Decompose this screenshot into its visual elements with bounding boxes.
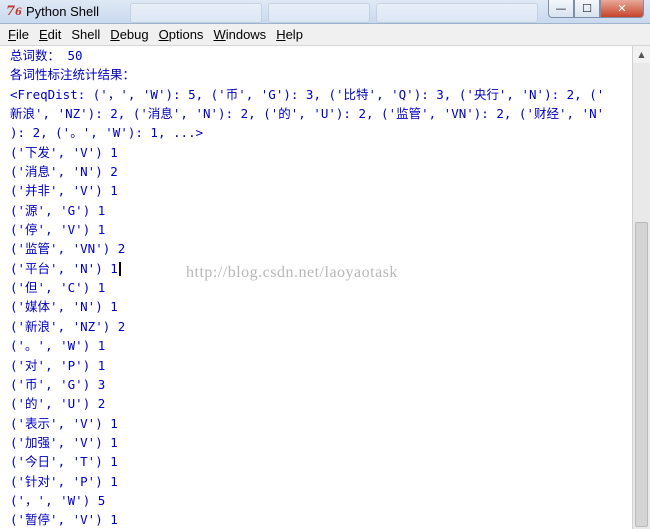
output-line: 各词性标注统计结果：	[10, 67, 136, 83]
text-cursor	[118, 262, 121, 277]
output-line: <FreqDist: ('，', 'W'): 5, ('币', 'G'): 3,…	[10, 86, 605, 102]
background-window-tab	[130, 3, 262, 23]
output-line: ('媒体', 'N') 1	[10, 299, 118, 315]
menu-bar: File Edit Shell Debug Options Windows He…	[0, 24, 650, 46]
watermark: http://blog.csdn.net/laoyaotask	[186, 264, 398, 281]
window-controls: — ☐ ✕	[548, 0, 644, 20]
output-line: ('对', 'P') 1	[10, 357, 106, 373]
output-line: ('，', 'W') 5	[10, 492, 106, 508]
menu-help[interactable]: Help	[272, 25, 307, 45]
shell-output-area[interactable]: 总词数： 50 各词性标注统计结果： <FreqDist: ('，', 'W')…	[0, 46, 632, 529]
output-line: ('源', 'G') 1	[10, 202, 106, 218]
output-line: ('。', 'W') 1	[10, 338, 106, 354]
output-line: ('针对', 'P') 1	[10, 473, 118, 489]
output-line: ('停', 'V') 1	[10, 222, 106, 238]
output-line: ('新浪', 'NZ') 2	[10, 318, 126, 334]
background-window-tab	[376, 3, 538, 23]
python-idle-icon: 76	[6, 4, 23, 19]
menu-file[interactable]: File	[4, 25, 33, 45]
output-line: ('表示', 'V') 1	[10, 415, 118, 431]
close-button[interactable]: ✕	[600, 0, 644, 18]
output-line: ('消息', 'N') 2	[10, 164, 118, 180]
menu-debug[interactable]: Debug	[106, 25, 152, 45]
output-line: ): 2, ('。', 'W'): 1, ...>	[10, 125, 204, 141]
menu-shell[interactable]: Shell	[67, 25, 104, 45]
output-line: ('并非', 'V') 1	[10, 183, 118, 199]
output-line: ('加强', 'V') 1	[10, 434, 118, 450]
output-line: ('暂停', 'V') 1	[10, 512, 118, 528]
scrollbar-thumb[interactable]	[635, 222, 648, 527]
window-title: Python Shell	[26, 4, 99, 19]
output-line: ('今日', 'T') 1	[10, 454, 118, 470]
scroll-up-icon[interactable]: ▲	[633, 46, 650, 63]
output-line: 新浪', 'NZ'): 2, ('消息', 'N'): 2, ('的', 'U'…	[10, 106, 605, 122]
maximize-button[interactable]: ☐	[574, 0, 600, 18]
minimize-button[interactable]: —	[548, 0, 574, 18]
title-bar[interactable]: 76 Python Shell — ☐ ✕	[0, 0, 650, 24]
output-line: 总词数： 50	[10, 48, 83, 63]
background-window-tab	[268, 3, 370, 23]
output-line: ('监管', 'VN') 2	[10, 241, 126, 257]
menu-edit[interactable]: Edit	[35, 25, 65, 45]
output-line: ('币', 'G') 3	[10, 376, 106, 392]
vertical-scrollbar[interactable]: ▲	[632, 46, 650, 529]
output-line: ('的', 'U') 2	[10, 396, 106, 412]
menu-windows[interactable]: Windows	[209, 25, 270, 45]
output-line: ('下发', 'V') 1	[10, 144, 118, 160]
menu-options[interactable]: Options	[155, 25, 208, 45]
